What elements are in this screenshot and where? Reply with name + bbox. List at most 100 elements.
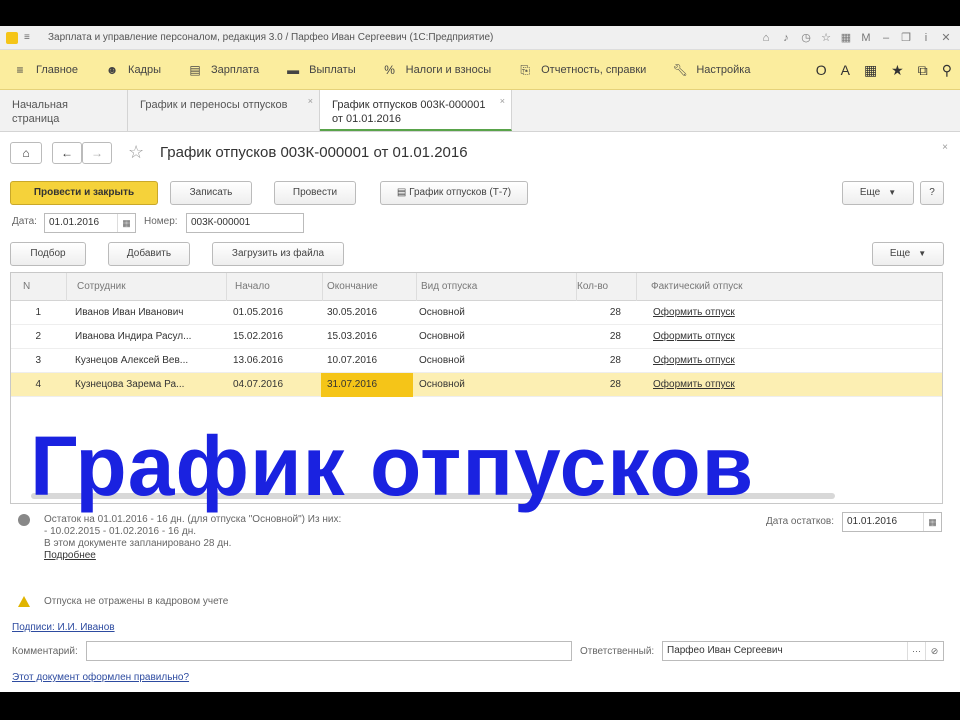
table-more-button[interactable]: Еще ▼ bbox=[872, 242, 944, 266]
restore-icon[interactable]: ❐ bbox=[898, 30, 914, 46]
cell-actual-link[interactable]: Оформить отпуск bbox=[647, 373, 767, 397]
cell-days: 28 bbox=[609, 355, 621, 366]
cell-end-active[interactable]: 31.07.2016 bbox=[321, 373, 413, 397]
load-from-file-button[interactable]: Загрузить из файла bbox=[212, 242, 344, 266]
col-end[interactable]: Окончание bbox=[323, 273, 417, 301]
cell-end: 30.05.2016 bbox=[327, 307, 378, 318]
star-icon[interactable]: ☆ bbox=[818, 30, 834, 46]
cell-start: 13.06.2016 bbox=[233, 355, 284, 366]
table-row-selected[interactable]: 4 Кузнецова Зарема Ра... 04.07.2016 31.0… bbox=[11, 373, 942, 397]
app-logo-icon bbox=[6, 32, 18, 44]
open-icon[interactable]: ⊘ bbox=[925, 642, 943, 660]
balance-date-field[interactable]: 01.01.2016 ▦ bbox=[842, 512, 942, 532]
comment-label: Комментарий: bbox=[12, 646, 78, 657]
title-bar: ≡ Зарплата и управление персоналом, реда… bbox=[0, 26, 960, 50]
grid-icon[interactable]: ▦ bbox=[864, 62, 877, 79]
number-label: Номер: bbox=[144, 216, 178, 227]
select-button[interactable]: Подбор bbox=[10, 242, 86, 266]
menu-item-payments[interactable]: ▬ Выплаты bbox=[285, 62, 355, 78]
favorite-star-icon[interactable]: ☆ bbox=[128, 142, 144, 163]
cell-kind: Основной bbox=[419, 355, 465, 366]
printer-icon: ▤ bbox=[396, 187, 410, 198]
menu-item-settings[interactable]: 🔧︎ Настройка bbox=[672, 62, 751, 78]
warning-text: Отпуска не отражены в кадровом учете bbox=[44, 596, 229, 607]
user-initial[interactable]: А bbox=[841, 62, 850, 78]
wallet-icon: ▬ bbox=[287, 62, 300, 77]
close-window-icon[interactable]: ✕ bbox=[938, 30, 954, 46]
tab-home[interactable]: Начальная страница bbox=[0, 90, 128, 131]
close-tab-icon[interactable]: × bbox=[308, 94, 313, 108]
info-icon[interactable]: i bbox=[918, 30, 934, 46]
menu-icon: ≡ bbox=[16, 62, 24, 77]
open-tabs: Начальная страница График и переносы отп… bbox=[0, 90, 960, 132]
cell-employee: Иванов Иван Иванович bbox=[75, 307, 184, 318]
copy-icon[interactable]: ⧉ bbox=[918, 62, 928, 79]
help-button[interactable]: ? bbox=[920, 181, 944, 205]
cell-actual-link[interactable]: Оформить отпуск bbox=[647, 349, 767, 373]
help-feedback-link[interactable]: Этот документ оформлен правильно? bbox=[12, 672, 189, 683]
minimize-icon[interactable]: – bbox=[878, 30, 894, 46]
save-button[interactable]: Записать bbox=[170, 181, 252, 205]
add-button[interactable]: Добавить bbox=[108, 242, 190, 266]
tab-vacation-schedules[interactable]: График и переносы отпусков × bbox=[128, 90, 320, 131]
cell-days: 28 bbox=[609, 331, 621, 342]
cell-days: 28 bbox=[609, 307, 621, 318]
col-vacation-kind[interactable]: Вид отпуска bbox=[417, 273, 577, 301]
menu-item-reports[interactable]: ⎘ Отчетность, справки bbox=[517, 62, 646, 78]
more-actions-button[interactable]: Еще ▼ bbox=[842, 181, 914, 205]
balance-info-line: Остаток на 01.01.2016 - 16 дн. (для отпу… bbox=[44, 514, 342, 525]
page-title: График отпусков 003К-000001 от 01.01.201… bbox=[160, 144, 468, 161]
home-icon[interactable]: ⌂ bbox=[758, 30, 774, 46]
dropdown-icon[interactable]: ⋯ bbox=[907, 642, 925, 660]
tab-current-document[interactable]: График отпусков 003К-000001 от 01.01.201… bbox=[320, 90, 512, 131]
menu-item-main[interactable]: ≡ Главное bbox=[12, 62, 78, 78]
cell-kind: Основной bbox=[419, 307, 465, 318]
window-title: Зарплата и управление персоналом, редакц… bbox=[48, 32, 494, 43]
window-menu-icon[interactable]: ≡ bbox=[24, 32, 30, 43]
table-row[interactable]: 2 Иванова Индира Расул... 15.02.2016 15.… bbox=[11, 325, 942, 349]
info-circle-icon bbox=[18, 514, 30, 526]
calculator-icon[interactable]: ▦ bbox=[838, 30, 854, 46]
post-and-close-button[interactable]: Провести и закрыть bbox=[10, 181, 158, 205]
print-form-button[interactable]: ▤ График отпусков (Т-7) bbox=[380, 181, 528, 205]
calendar-icon[interactable]: ▦ bbox=[923, 513, 941, 531]
home-button[interactable]: ⌂ bbox=[10, 142, 42, 164]
circle-icon[interactable]: O bbox=[816, 62, 827, 78]
forward-button[interactable]: → bbox=[82, 142, 112, 164]
cell-actual-link[interactable]: Оформить отпуск bbox=[647, 301, 767, 325]
cell-kind: Основной bbox=[419, 379, 465, 390]
comment-field[interactable] bbox=[86, 641, 572, 661]
cell-n: 4 bbox=[35, 379, 41, 390]
details-link[interactable]: Подробнее bbox=[44, 550, 96, 561]
bell-icon[interactable]: ♪ bbox=[778, 30, 794, 46]
menu-item-personnel[interactable]: ☻ Кадры bbox=[104, 62, 161, 78]
close-tab-icon[interactable]: × bbox=[500, 94, 505, 108]
cell-actual-link[interactable]: Оформить отпуск bbox=[647, 325, 767, 349]
back-button[interactable]: ← bbox=[52, 142, 82, 164]
table-row[interactable]: 3 Кузнецов Алексей Вев... 13.06.2016 10.… bbox=[11, 349, 942, 373]
history-icon[interactable]: ◷ bbox=[798, 30, 814, 46]
post-button[interactable]: Провести bbox=[274, 181, 356, 205]
menu-item-salary[interactable]: ▤ Зарплата bbox=[187, 62, 259, 78]
col-days[interactable]: Кол-во bbox=[577, 273, 637, 301]
table-row[interactable]: 1 Иванов Иван Иванович 01.05.2016 30.05.… bbox=[11, 301, 942, 325]
date-field[interactable]: 01.01.2016 ▦ bbox=[44, 213, 136, 233]
chevron-down-icon: ▼ bbox=[918, 249, 927, 258]
cell-end: 15.03.2016 bbox=[327, 331, 378, 342]
cell-n: 3 bbox=[35, 355, 41, 366]
calendar-icon[interactable]: ▦ bbox=[117, 214, 135, 232]
responsible-field[interactable]: Парфео Иван Сергеевич ⋯ ⊘ bbox=[662, 641, 944, 661]
col-employee[interactable]: Сотрудник bbox=[67, 273, 227, 301]
signatures-link[interactable]: Подписи: И.И. Иванов bbox=[12, 622, 115, 633]
col-n[interactable]: N bbox=[11, 273, 67, 301]
col-start[interactable]: Начало bbox=[227, 273, 323, 301]
close-form-icon[interactable]: × bbox=[942, 142, 948, 153]
search-icon[interactable]: ⚲ bbox=[942, 62, 952, 79]
memory-icon[interactable]: M bbox=[858, 30, 874, 46]
overlay-title: График отпусков bbox=[30, 419, 755, 513]
number-field[interactable]: 003К-000001 bbox=[186, 213, 304, 233]
col-actual[interactable]: Фактический отпуск bbox=[637, 273, 942, 301]
menu-item-taxes[interactable]: % Налоги и взносы bbox=[382, 62, 491, 78]
favorites-icon[interactable]: ★ bbox=[891, 62, 904, 79]
home-icon: ⌂ bbox=[22, 146, 30, 160]
